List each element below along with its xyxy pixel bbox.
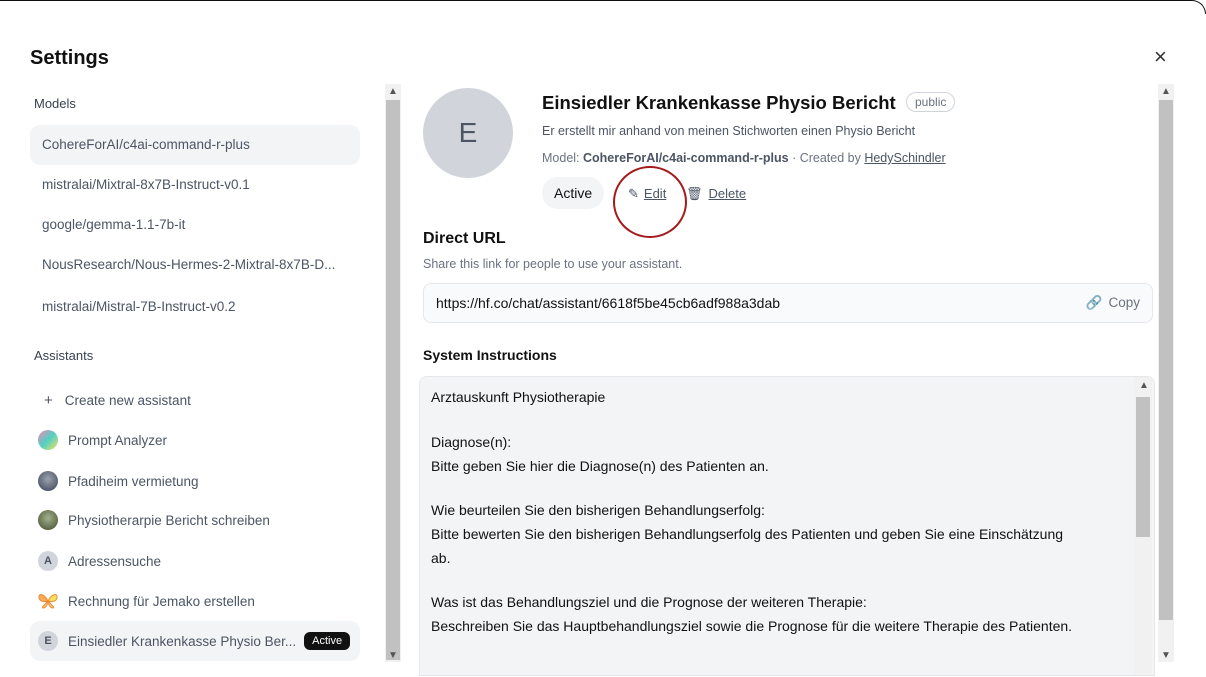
scroll-down-icon[interactable]: ▼ — [1161, 650, 1171, 661]
direct-url-hint: Share this link for people to use your a… — [423, 257, 683, 271]
photo-avatar-icon — [38, 471, 58, 491]
scroll-up-icon[interactable]: ▲ — [1139, 380, 1149, 391]
sidebar-assistant-physio[interactable]: Physiotherarpie Bericht schreiben — [30, 500, 360, 540]
assistant-label: Rechnung für Jemako erstellen — [68, 593, 255, 609]
letter-avatar-icon: A — [38, 551, 58, 571]
create-assistant-button[interactable]: + Create new assistant — [30, 380, 360, 420]
model-item[interactable]: google/gemma-1.1-7b-it — [30, 205, 360, 245]
system-instructions-textarea[interactable]: Arztauskunft Physiotherapie Diagnose(n):… — [419, 376, 1155, 676]
assistant-label: Physiotherarpie Bericht schreiben — [68, 512, 270, 528]
active-button[interactable]: Active — [542, 177, 605, 209]
trash-icon: 🗑 — [686, 186, 703, 201]
assistant-avatar: E — [423, 88, 513, 178]
active-badge: Active — [304, 632, 351, 650]
window-edge — [0, 0, 1206, 14]
model-item[interactable]: mistralai/Mixtral-8x7B-Instruct-v0.1 — [30, 165, 360, 205]
assistant-description: Er erstellt mir anhand von meinen Stichw… — [542, 124, 916, 138]
pencil-icon: ✎ — [628, 186, 639, 201]
sidebar-assistant-pfadiheim[interactable]: Pfadiheim vermietung — [30, 461, 360, 501]
model-item[interactable]: NousResearch/Nous-Hermes-2-Mixtral-8x7B-… — [30, 245, 360, 285]
instruction-line: Beschreiben Sie das Hauptbehandlungsziel… — [431, 618, 1073, 634]
delete-label: Delete — [708, 186, 747, 201]
model-item[interactable]: mistralai/Mistral-7B-Instruct-v0.2 — [30, 287, 360, 327]
scrollbar-thumb[interactable] — [1159, 100, 1173, 620]
scrollbar-thumb[interactable] — [1136, 397, 1150, 537]
delete-button[interactable]: 🗑 Delete — [686, 186, 746, 202]
butterfly-icon — [38, 591, 58, 611]
sidebar-assistant-prompt-analyzer[interactable]: Prompt Analyzer — [30, 420, 360, 460]
system-instructions-heading: System Instructions — [423, 347, 557, 363]
assistant-label: Prompt Analyzer — [68, 432, 168, 448]
direct-url-value: https://hf.co/chat/assistant/6618f5be45c… — [436, 295, 781, 311]
scroll-up-icon[interactable]: ▲ — [388, 86, 398, 97]
model-prefix: Model: — [542, 151, 583, 165]
edit-button[interactable]: ✎ Edit — [628, 186, 666, 202]
assistant-label: Einsiedler Krankenkasse Physio Ber... — [68, 633, 297, 649]
link-icon: 🔗 — [1085, 295, 1103, 310]
copy-label: Copy — [1108, 295, 1140, 310]
main-scrollbar[interactable] — [1158, 84, 1174, 662]
instruction-line: Bitte geben Sie hier die Diagnose(n) des… — [431, 458, 769, 474]
close-icon[interactable]: × — [1154, 44, 1167, 70]
direct-url-field[interactable]: https://hf.co/chat/assistant/6618f5be45c… — [423, 283, 1153, 323]
direct-url-heading: Direct URL — [423, 230, 506, 247]
assistant-meta: Model: CohereForAI/c4ai-command-r-plus ·… — [542, 151, 946, 165]
scrollbar-thumb[interactable] — [386, 100, 400, 660]
assistant-label: Pfadiheim vermietung — [68, 473, 199, 489]
creator-link[interactable]: HedySchindler — [864, 151, 945, 165]
edit-label: Edit — [643, 186, 667, 201]
scroll-down-icon[interactable]: ▼ — [388, 650, 398, 661]
instruction-line: Arztauskunft Physiotherapie — [431, 389, 606, 405]
scroll-up-icon[interactable]: ▲ — [1161, 86, 1171, 97]
instruction-line: Diagnose(n): — [431, 434, 512, 450]
instruction-line: Wie beurteilen Sie den bisherigen Behand… — [431, 502, 765, 518]
annotation-circle — [613, 166, 687, 238]
assistant-label: Adressensuche — [68, 553, 162, 569]
photo-avatar-icon — [38, 510, 58, 530]
colorful-avatar-icon — [38, 430, 58, 450]
assistants-section-label: Assistants — [34, 348, 94, 363]
instruction-line: Bitte bewerten Sie den bisherigen Behand… — [431, 526, 1064, 542]
model-item[interactable]: CohereForAI/c4ai-command-r-plus — [30, 125, 360, 165]
created-prefix: · Created by — [788, 151, 865, 165]
create-assistant-label: Create new assistant — [64, 392, 191, 408]
sidebar-assistant-einsiedler[interactable]: E Einsiedler Krankenkasse Physio Ber... … — [30, 621, 360, 661]
plus-icon: + — [44, 391, 53, 409]
sidebar-scrollbar[interactable] — [385, 84, 401, 662]
letter-avatar-icon: E — [38, 631, 58, 651]
instruction-line: ab. — [431, 550, 451, 566]
textarea-scrollbar[interactable] — [1134, 377, 1152, 675]
sidebar-assistant-adressensuche[interactable]: A Adressensuche — [30, 541, 360, 581]
models-section-label: Models — [34, 96, 76, 111]
sidebar-assistant-rechnung[interactable]: Rechnung für Jemako erstellen — [30, 581, 360, 621]
assistant-name: Einsiedler Krankenkasse Physio Bericht — [542, 92, 896, 113]
model-name: CohereForAI/c4ai-command-r-plus — [583, 151, 789, 165]
visibility-badge: public — [906, 92, 956, 112]
instruction-line: Was ist das Behandlungsziel und die Prog… — [431, 594, 867, 610]
settings-title: Settings — [30, 47, 109, 69]
copy-button[interactable]: 🔗 Copy — [1086, 295, 1140, 311]
